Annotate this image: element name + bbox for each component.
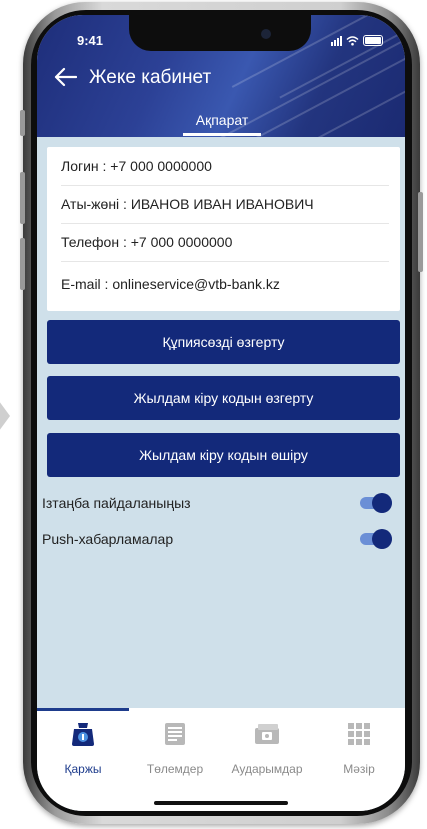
phone-row: Телефон : +7 000 0000000	[61, 223, 389, 262]
payments-icon	[165, 723, 185, 745]
nav-label-menu: Мәзір	[343, 762, 375, 776]
push-setting: Push-хабарламалар	[42, 527, 392, 551]
change-quick-code-button[interactable]: Жылдам кіру кодын өзгерту	[47, 376, 400, 420]
transfers-icon	[255, 724, 279, 744]
nav-item-finance[interactable]: Қаржы	[37, 720, 129, 776]
home-indicator	[154, 801, 288, 805]
delete-quick-code-button[interactable]: Жылдам кіру кодын өшіру	[47, 433, 400, 477]
login-row: Логин : +7 000 0000000	[61, 147, 389, 186]
nav-label-transfers: Аударымдар	[231, 762, 303, 776]
biometric-toggle[interactable]	[360, 493, 392, 513]
nav-item-payments[interactable]: Төлемдер	[129, 720, 221, 776]
volume-down-button	[20, 238, 25, 290]
email-row: E-mail : onlineservice@vtb-bank.kz	[61, 276, 280, 292]
nav-item-menu[interactable]: Мәзір	[313, 720, 405, 776]
nav-item-transfers[interactable]: Аударымдар	[221, 720, 313, 776]
tab-info[interactable]: Ақпарат	[188, 112, 256, 128]
camera-icon	[261, 29, 271, 39]
status-time: 9:41	[77, 33, 104, 48]
signal-icon	[331, 35, 342, 46]
status-icons	[331, 35, 383, 46]
phone-notch	[129, 15, 311, 51]
active-tab-indicator	[37, 708, 129, 711]
profile-card: Логин : +7 000 0000000 Аты-жөні : ИВАНОВ…	[47, 147, 400, 311]
change-password-button[interactable]: Құпиясөзді өзгерту	[47, 320, 400, 364]
volume-up-button	[20, 172, 25, 224]
nav-label-payments: Төлемдер	[146, 762, 204, 776]
nav-label-finance: Қаржы	[64, 762, 102, 776]
bottom-nav: Қаржы Төлемдер Аударымдар Мәзір	[37, 708, 405, 811]
battery-icon	[363, 35, 383, 46]
push-toggle[interactable]	[360, 529, 392, 549]
push-label: Push-хабарламалар	[42, 531, 174, 547]
page-title: Жеке кабинет	[89, 67, 212, 88]
biometric-setting: Ізтаңба пайдаланыңыз	[42, 491, 392, 515]
biometric-label: Ізтаңба пайдаланыңыз	[42, 495, 191, 511]
phone-frame: 9:41 Жеке кабинет Ақпарат Логин: +7 000…	[20, 2, 423, 824]
wifi-icon	[346, 35, 359, 45]
power-button	[418, 192, 423, 272]
name-row: Аты-жөні : ИВАНОВ ИВАН ИВАНОВИЧ	[61, 185, 389, 224]
menu-grid-icon	[348, 723, 370, 745]
chevron-right-icon	[0, 402, 10, 430]
app-screen: 9:41 Жеке кабинет Ақпарат Логин: +7 000…	[37, 15, 405, 811]
back-arrow-icon[interactable]	[53, 66, 77, 88]
tab-active-underline	[183, 133, 261, 136]
wallet-icon	[72, 723, 94, 746]
mute-switch	[20, 110, 25, 136]
